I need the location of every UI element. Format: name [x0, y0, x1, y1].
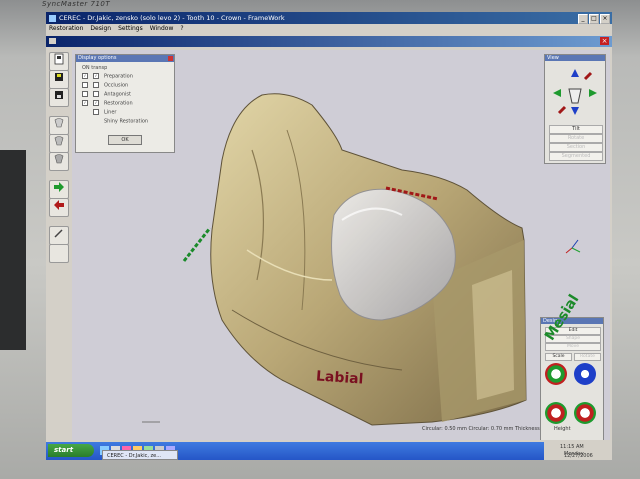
- 3d-viewport[interactable]: Display options ON transp ✓ ✓ Preparation …: [72, 50, 610, 440]
- menu-help[interactable]: ?: [180, 24, 183, 34]
- view-panel-title: View: [545, 55, 605, 61]
- menu-bar: Restoration Design Settings Window ?: [46, 24, 612, 34]
- window-title: CEREC - Dr.Jakic, zensko (solo levo 2) -…: [59, 14, 285, 22]
- option-occlusion[interactable]: Occlusion: [82, 82, 128, 89]
- display-options-panel: Display options ON transp ✓ ✓ Preparation …: [75, 54, 175, 153]
- view-rotate-button[interactable]: Rotate: [549, 134, 603, 143]
- menu-settings[interactable]: Settings: [118, 24, 143, 34]
- next-step-arrow-icon[interactable]: [49, 180, 69, 199]
- monitor-brand: SyncMaster 710T: [42, 0, 111, 8]
- export-icon[interactable]: [49, 88, 69, 107]
- screen: CEREC - Dr.Jakic, zensko (solo levo 2) -…: [46, 12, 612, 460]
- background-dark-panel: [0, 150, 26, 350]
- tooth-tool-1-icon[interactable]: [49, 116, 69, 135]
- axis-gizmo-icon: [565, 239, 581, 254]
- close-icon[interactable]: [168, 56, 173, 61]
- close-button[interactable]: ×: [600, 14, 610, 24]
- view-navigator-icon[interactable]: [545, 63, 605, 121]
- menu-restoration[interactable]: Restoration: [49, 24, 83, 34]
- design-rotate-button[interactable]: Rotate: [574, 353, 601, 361]
- design-tool-4-icon[interactable]: [574, 402, 596, 424]
- minimize-button[interactable]: _: [578, 14, 588, 24]
- view-segmented-button[interactable]: Segmented: [549, 152, 603, 161]
- display-options-header: ON transp: [82, 65, 108, 71]
- view-panel: View Tilt Rotate Section Segmented: [544, 54, 606, 164]
- option-preparation[interactable]: ✓ ✓ Preparation: [82, 73, 133, 80]
- display-options-title: Display options: [76, 55, 174, 62]
- open-icon[interactable]: [49, 52, 69, 71]
- option-liner[interactable]: Liner: [82, 109, 116, 116]
- design-tool-1-icon[interactable]: [545, 363, 567, 385]
- view-tilt-button[interactable]: Tilt: [549, 125, 603, 134]
- design-move-button[interactable]: Move: [545, 343, 601, 351]
- labial-label: Labial: [315, 368, 364, 388]
- start-button[interactable]: start: [48, 444, 94, 457]
- status-text: Circular: 0.50 mm Circular: 0.70 mm Thic…: [422, 426, 540, 432]
- document-icon: [49, 38, 56, 44]
- menu-window[interactable]: Window: [150, 24, 174, 34]
- document-titlebar: ×: [46, 36, 612, 47]
- menu-design[interactable]: Design: [90, 24, 111, 34]
- app-icon: [49, 14, 56, 22]
- view-section-button[interactable]: Section: [549, 143, 603, 152]
- clock-date: 12/27/2006: [564, 453, 593, 459]
- status-bar: Circular: 0.50 mm Circular: 0.70 mm Thic…: [72, 426, 610, 434]
- design-scale-button[interactable]: Scale: [545, 353, 572, 361]
- tooth-tool-3-icon[interactable]: [49, 152, 69, 171]
- option-shiny-restoration[interactable]: Shiny Restoration: [82, 118, 148, 125]
- window-titlebar: CEREC - Dr.Jakic, zensko (solo levo 2) -…: [46, 12, 612, 24]
- option-antagonist[interactable]: Antagonist: [82, 91, 131, 98]
- ok-button[interactable]: OK: [108, 135, 142, 145]
- save-icon[interactable]: [49, 70, 69, 89]
- blank-tool-icon[interactable]: [49, 244, 69, 263]
- left-toolbar: [49, 50, 69, 440]
- design-tool-2-icon[interactable]: [574, 363, 596, 385]
- tooth-tool-2-icon[interactable]: [49, 134, 69, 153]
- option-restoration[interactable]: ✓ ✓ Restoration: [82, 100, 133, 107]
- design-tool-3-icon[interactable]: [545, 402, 567, 424]
- clock: 11:15 AM: [560, 444, 584, 450]
- maximize-button[interactable]: □: [589, 14, 599, 24]
- brush-tool-icon[interactable]: [49, 226, 69, 245]
- document-close-button[interactable]: ×: [600, 37, 609, 45]
- status-height: Height: [554, 426, 571, 432]
- taskbar-item-cerec[interactable]: CEREC - Dr.Jakic, ze...: [102, 450, 178, 460]
- previous-step-arrow-icon[interactable]: [49, 198, 69, 217]
